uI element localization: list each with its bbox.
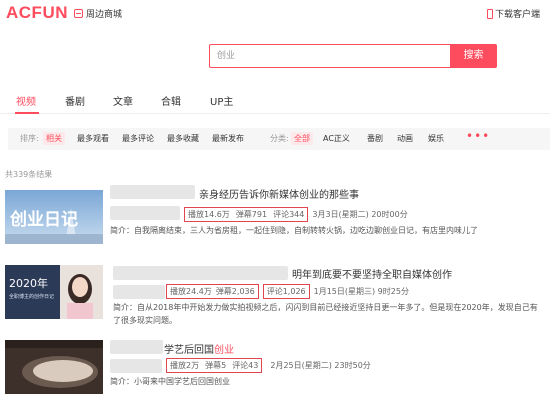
blurred-title-prefix (110, 185, 195, 199)
video-stats: 播放14.6万 弹幕791 评论344 3月3日(星期二) 20时00分 (184, 207, 408, 222)
active-tab-indicator (15, 112, 39, 114)
thumbnail-text: 创业日记 (9, 209, 78, 230)
stats-box: 播放2万 弹幕5 评论43 (166, 358, 263, 373)
category-bangumi[interactable]: 番剧 (367, 133, 383, 144)
sort-most-viewed[interactable]: 最多观看 (77, 133, 109, 144)
mall-label: 周边商城 (86, 10, 123, 20)
video-stats: 播放2万 弹幕5 评论43 2月25日(星期二) 23时50分 (166, 358, 371, 373)
video-title[interactable]: 亲身经历告诉你新媒体创业的那些事 (199, 186, 359, 201)
category-all[interactable]: 全部 (291, 132, 313, 145)
play-count: 播放2万 (170, 361, 200, 370)
video-title[interactable]: 明年到底要不要坚持全职自媒体创作 (292, 266, 452, 281)
sort-label: 排序: (20, 134, 39, 143)
video-result-item: 学艺后回国创业 播放2万 弹幕5 评论43 2月25日(星期二) 23时50分 … (0, 337, 550, 395)
category-entertainment[interactable]: 娱乐 (428, 133, 444, 144)
video-description: 简介：自我隔离结束，三人为省房租，一起住到隐，自制转转火锅，边吃边聊创业日记，有… (110, 224, 478, 237)
tab-bangumi[interactable]: 番剧 (65, 93, 85, 108)
tab-video[interactable]: 视频 (16, 93, 36, 108)
comment-count: 评论43 (232, 361, 259, 370)
comment-box: 评论1,026 (262, 284, 310, 299)
publish-date: 3月3日(星期二) 20时00分 (312, 210, 408, 219)
publish-date: 1月15日(星期三) 9时25分 (313, 287, 409, 296)
category-label: 分类: (270, 134, 289, 143)
acfun-logo[interactable]: ACFUN (6, 3, 68, 23)
shop-icon (74, 9, 83, 18)
search-bar: 创业 搜索 (209, 44, 497, 68)
sort-most-favorites[interactable]: 最多收藏 (167, 133, 199, 144)
tab-up[interactable]: UP主 (210, 93, 233, 108)
search-input[interactable]: 创业 (209, 44, 450, 68)
mall-link[interactable]: 周边商城 (74, 7, 122, 20)
comment-count: 评论344 (273, 210, 305, 219)
tab-article[interactable]: 文章 (113, 93, 133, 108)
sort-relevance[interactable]: 相关 (43, 132, 65, 145)
video-description-continued: 了很多现实问题。 (113, 316, 177, 325)
danmu-count: 弹幕791 (235, 210, 268, 219)
title-text: 学艺后回国 (164, 345, 214, 356)
more-categories-button[interactable]: ••• (466, 129, 490, 143)
video-thumbnail[interactable]: 创业日记 (5, 190, 103, 244)
blurred-uploader (110, 359, 162, 373)
thumbnail-subtext: 全职博主的创作日记 (9, 293, 54, 300)
title-highlight: 创业 (214, 345, 234, 356)
top-bar: ACFUN 周边商城 下载客户端 (0, 0, 550, 26)
video-description: 简介：自从2018年中开始发力做实拍视频之后，闪闪到目前已经接近坚持日更一年多了… (113, 301, 538, 314)
video-result-item: 创业日记 亲身经历告诉你新媒体创业的那些事 播放14.6万 弹幕791 评论34… (0, 185, 550, 245)
tab-collection[interactable]: 合辑 (161, 93, 181, 108)
blurred-title-prefix (110, 340, 163, 354)
video-result-item: 2020年 全职博主的创作日记 明年到底要不要坚持全职自媒体创作 播放24.4万… (0, 263, 550, 328)
sort-newest[interactable]: 最新发布 (212, 133, 244, 144)
category-animation[interactable]: 动画 (397, 133, 413, 144)
video-thumbnail[interactable]: 2020年 全职博主的创作日记 (5, 265, 103, 319)
blurred-title-prefix (113, 266, 288, 280)
video-thumbnail[interactable] (5, 340, 103, 394)
blurred-uploader (113, 285, 165, 299)
desc-text: 自我隔离结束，三人为省房租，一起住到隐，自制转转火锅，边吃边聊创业日记，有店里内… (134, 226, 478, 235)
video-description: 简介：小哥来中国学艺后回国创业 (110, 375, 230, 388)
download-client-link[interactable]: 下载客户端 (486, 7, 540, 20)
stats-box: 播放14.6万 弹幕791 评论344 (184, 207, 309, 222)
sort-most-comments[interactable]: 最多评论 (122, 133, 154, 144)
play-count: 播放14.6万 (188, 210, 230, 219)
result-tabs: 视频 番剧 文章 合辑 UP主 (0, 90, 550, 114)
danmu-count: 弹幕2,036 (215, 287, 255, 296)
danmu-count: 弹幕5 (205, 361, 227, 370)
search-button[interactable]: 搜索 (450, 44, 497, 68)
result-count: 共339条结果 (5, 170, 53, 179)
video-stats: 播放24.4万 弹幕2,036 评论1,026 1月15日(星期三) 9时25分 (166, 284, 409, 299)
video-title[interactable]: 学艺后回国创业 (164, 341, 234, 356)
download-client-label: 下载客户端 (494, 10, 540, 20)
category-ac[interactable]: AC正义 (323, 133, 350, 144)
play-count: 播放24.4万 (170, 287, 212, 296)
stats-box: 播放24.4万 弹幕2,036 (166, 284, 259, 299)
phone-icon (486, 8, 493, 19)
filter-bar: 排序: 相关 最多观看 最多评论 最多收藏 最新发布 分类: 全部 AC正义 番… (8, 128, 550, 150)
publish-date: 2月25日(星期二) 23时50分 (270, 361, 371, 370)
desc-text: 小哥来中国学艺后回国创业 (134, 377, 230, 386)
comment-count: 评论1,026 (266, 287, 306, 296)
blurred-uploader (110, 206, 180, 220)
desc-text: 自从2018年中开始发力做实拍视频之后，闪闪到目前已经接近坚持日更一年多了。但是… (137, 303, 538, 312)
desc-label: 简介： (113, 303, 137, 312)
desc-label: 简介： (110, 377, 134, 386)
thumbnail-text: 2020年 (9, 276, 48, 290)
desc-label: 简介： (110, 226, 134, 235)
